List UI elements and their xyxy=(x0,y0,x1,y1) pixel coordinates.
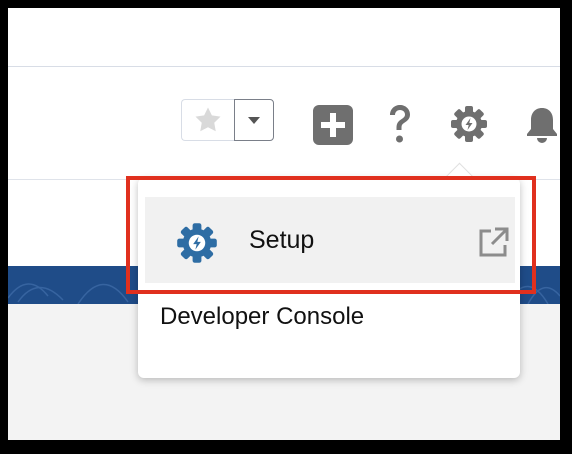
favorites-list-button[interactable] xyxy=(234,99,274,141)
chevron-down-icon xyxy=(248,117,260,124)
highlight-annotation xyxy=(126,176,536,294)
global-header xyxy=(8,8,560,67)
menu-item-developer-console[interactable]: Developer Console xyxy=(160,303,364,331)
help-button[interactable] xyxy=(380,100,420,148)
favorite-star-icon xyxy=(195,107,221,132)
help-icon xyxy=(390,105,410,143)
global-add-button[interactable] xyxy=(312,104,354,146)
setup-gear-icon xyxy=(451,106,487,142)
setup-menu-button[interactable] xyxy=(448,103,490,145)
global-add-icon xyxy=(313,105,353,145)
favorites-button[interactable] xyxy=(181,99,234,141)
notifications-bell-icon xyxy=(527,108,557,143)
favorites-group xyxy=(181,99,274,141)
notifications-button[interactable] xyxy=(522,103,560,145)
